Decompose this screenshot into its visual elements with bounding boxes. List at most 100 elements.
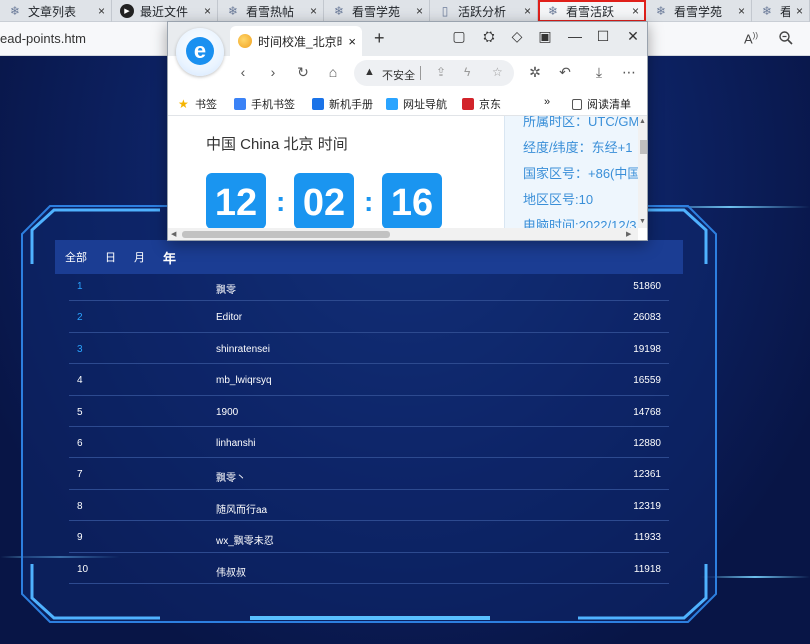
browser-tab[interactable]: ▶ 最近文件 × [112, 0, 218, 22]
rank-number: 1 [77, 281, 83, 292]
read-aloud-icon[interactable]: A)) [744, 31, 758, 46]
browser-tab-strip: ❄ 文章列表 × ▶ 最近文件 × ❄ 看雪热帖 × ❄ 看雪学苑 × ▯ 活跃分析 × ❄ 看雪活跃 × ❄ 看雪学… [0, 0, 810, 22]
activity-score: 51860 [633, 281, 661, 292]
user-name: 伟叔叔 [216, 567, 246, 579]
scroll-thumb[interactable] [640, 140, 647, 154]
split-screen-icon[interactable]: ▣ [536, 28, 554, 45]
bookmark-label: 新机手册 [329, 99, 373, 111]
activity-score: 19198 [633, 343, 661, 355]
timezone-info-line: 地区区号:10 [523, 192, 594, 207]
reading-list-button[interactable]: 阅读清单 [572, 96, 631, 112]
extensions-puzzle-icon[interactable]: ✲ [526, 64, 544, 81]
bookmark-item[interactable]: 新机手册 [312, 96, 373, 112]
browser-tab[interactable]: ❄ 文章列表 × [0, 0, 112, 22]
browser-tab[interactable]: ▯ 活跃分析 × [430, 0, 538, 22]
favorite-star-icon[interactable]: ☆ [492, 65, 503, 79]
omnibox[interactable]: ▲ 不安全 ⇪ ϟ ☆ [354, 60, 514, 86]
user-name: wx_飘零未忍 [216, 536, 274, 548]
bookmark-item[interactable]: ★ 书签 [178, 96, 217, 112]
time-calibration-browser-window: 时间校准_北京时 × + ▢ ⛭ ◇ ▣ — ☐ ✕ ‹ › ↻ ⌂ ▲ 不安全… [167, 21, 648, 241]
collections-icon[interactable]: ⛭ [480, 28, 498, 45]
scroll-down-icon[interactable]: ▼ [639, 218, 646, 225]
activity-score: 14768 [633, 406, 661, 418]
colon-separator: : [276, 186, 286, 217]
close-tab-icon[interactable]: × [204, 4, 211, 18]
browser-tab[interactable]: ❄ 看雪 × [752, 0, 810, 22]
ranking-row: 2 Editor 26083 [69, 301, 669, 333]
bookmark-label: 手机书签 [251, 99, 295, 111]
tab-actions-icon[interactable]: ▢ [450, 28, 468, 45]
browser-tab[interactable]: ❄ 看雪活跃 × [538, 0, 646, 22]
scroll-thumb[interactable] [182, 231, 390, 238]
bookmark-label: 京东 [479, 99, 501, 111]
close-tab-icon[interactable]: × [310, 4, 317, 18]
close-tab-icon[interactable]: × [98, 4, 105, 18]
nav-e-icon [386, 98, 398, 110]
colon-separator: : [364, 186, 374, 217]
ranking-period-tab[interactable]: 年 [163, 248, 176, 267]
ranking-period-tab[interactable]: 月 [134, 249, 145, 265]
ranking-period-tabs: 全部 日 月 年 [55, 240, 683, 274]
browser-tab-title: 看雪 [780, 3, 790, 20]
browser-tab[interactable]: ❄ 看雪热帖 × [218, 0, 324, 22]
bookmark-item[interactable]: 手机书签 [234, 96, 295, 112]
popup-tab[interactable]: 时间校准_北京时 × [230, 26, 362, 56]
timezone-info-line: 国家区号：+86(中国 [523, 166, 638, 181]
close-tab-icon[interactable]: × [348, 34, 356, 49]
ranking-row: 3 shinratensei 19198 [69, 333, 669, 365]
document-icon: ▯ [441, 4, 449, 18]
star-icon: ★ [178, 97, 189, 111]
close-tab-icon[interactable]: × [738, 4, 745, 18]
phone-bookmark-icon [234, 98, 246, 110]
activity-score: 11933 [633, 532, 661, 544]
close-tab-icon[interactable]: × [796, 4, 803, 18]
ranking-period-tab[interactable]: 日 [105, 249, 116, 265]
zoom-icon[interactable] [778, 30, 794, 46]
bookmark-item[interactable]: 网址导航 [386, 96, 447, 112]
scroll-left-icon[interactable]: ◀ [171, 230, 176, 238]
url-text[interactable]: ead-points.htm [0, 31, 86, 46]
popup-title-bar: 时间校准_北京时 × + ▢ ⛭ ◇ ▣ — ☐ ✕ [168, 22, 647, 56]
extensions-icon[interactable]: ◇ [508, 28, 526, 45]
close-tab-icon[interactable]: × [524, 4, 531, 18]
close-tab-icon[interactable]: × [416, 4, 423, 18]
rank-number: 9 [77, 532, 83, 544]
ranking-row: 8 随风而行aa 12319 [69, 490, 669, 522]
ranking-row: 1 飘零 51860 [69, 270, 669, 302]
timezone-info-line: 电脑时间:2022/12/3 [523, 218, 637, 228]
horizontal-scrollbar[interactable]: ◀ ▶ [168, 228, 638, 240]
browser-tab[interactable]: ❄ 看雪学苑 × [646, 0, 752, 22]
lightning-icon[interactable]: ϟ [464, 65, 470, 79]
close-tab-icon[interactable]: × [632, 4, 639, 18]
ranking-row: 9 wx_飘零未忍 11933 [69, 521, 669, 553]
more-bookmarks-button[interactable]: » [544, 96, 550, 108]
scroll-up-icon[interactable]: ▲ [639, 118, 646, 125]
site-favicon-icon [238, 34, 252, 48]
home-icon[interactable]: ⌂ [324, 64, 342, 80]
share-icon[interactable]: ⇪ [436, 65, 446, 79]
minimize-button[interactable]: — [566, 28, 584, 44]
rank-number: 7 [77, 469, 83, 481]
rank-number: 2 [77, 312, 83, 324]
user-name: 飘零 [216, 285, 236, 296]
browser-tab-title: 文章列表 [28, 4, 77, 19]
new-tab-button[interactable]: + [374, 28, 385, 49]
maximize-button[interactable]: ☐ [594, 28, 612, 45]
vertical-scrollbar[interactable]: ▲ ▼ [638, 116, 647, 228]
scroll-right-icon[interactable]: ▶ [626, 230, 631, 238]
browser-tab[interactable]: ❄ 看雪学苑 × [324, 0, 430, 22]
close-window-button[interactable]: ✕ [624, 28, 642, 45]
activity-score: 12880 [633, 437, 661, 449]
rank-number: 6 [77, 437, 83, 449]
bookmark-item[interactable]: 京东 [462, 96, 501, 112]
minutes-digit: 02 [294, 173, 354, 228]
more-menu-icon[interactable]: ⋯ [620, 64, 638, 81]
refresh-icon[interactable]: ↻ [294, 64, 312, 81]
manual-icon [312, 98, 324, 110]
back-icon[interactable]: ‹ [234, 64, 252, 80]
download-icon[interactable]: ⤓ [590, 64, 608, 81]
ranking-period-tab[interactable]: 全部 [65, 249, 87, 265]
undo-icon[interactable]: ↶ [556, 64, 574, 81]
play-circle-icon: ▶ [120, 4, 134, 18]
forward-icon[interactable]: › [264, 64, 282, 80]
